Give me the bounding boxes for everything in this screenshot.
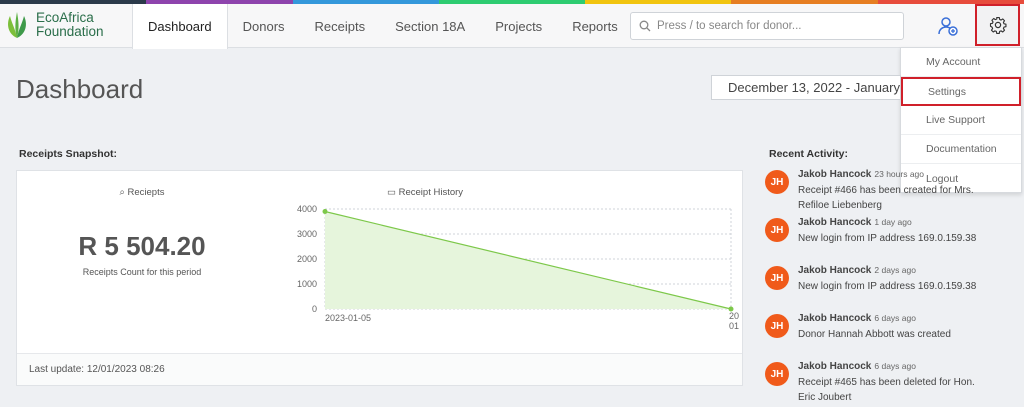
activity-item: JH Jakob Hancock 6 days ago Receipt #465 …: [765, 360, 1020, 407]
brand-name: EcoAfrica Foundation: [36, 11, 104, 39]
x-tick-label: 2023-01-05: [325, 313, 371, 323]
gear-icon: [989, 16, 1007, 34]
date-range-picker[interactable]: December 13, 2022 - January 12, 2023: [711, 75, 901, 100]
activity-time: 6 days ago: [874, 361, 916, 371]
activity-time: 23 hours ago: [874, 169, 924, 179]
user-plus-icon: [938, 17, 958, 36]
activity-user: Jakob Hancock: [798, 265, 872, 276]
y-tick-label: 4000: [297, 204, 317, 214]
activity-user: Jakob Hancock: [798, 361, 872, 372]
activity-item: JH Jakob Hancock 23 hours ago Receipt #46…: [765, 168, 1020, 216]
donor-search[interactable]: [630, 12, 904, 40]
activity-message: New login from IP address 169.0.159.38: [798, 233, 977, 244]
brand-logo[interactable]: EcoAfrica Foundation: [4, 10, 104, 40]
nav-dashboard[interactable]: Dashboard: [132, 4, 228, 49]
receipt-icon: ⌕: [119, 187, 125, 198]
menu-documentation[interactable]: Documentation: [901, 135, 1021, 164]
activity-message: Donor Hannah Abbott was created: [798, 329, 951, 340]
main-nav: Dashboard Donors Receipts Section 18A Pr…: [132, 4, 633, 49]
activity-message: Receipt #465 has been deleted for Hon. E…: [798, 377, 975, 403]
page-title: Dashboard: [16, 74, 144, 104]
activity-user: Jakob Hancock: [798, 169, 872, 180]
activity-item: JH Jakob Hancock 2 days ago New login fro…: [765, 264, 1020, 312]
activity-time: 2 days ago: [874, 265, 916, 275]
x-tick-label: 01-: [729, 321, 739, 331]
search-input[interactable]: [657, 20, 887, 32]
receipts-snapshot-card: ⌕ Reciepts R 5 504.20 Receipts Count for…: [16, 170, 743, 386]
y-tick-label: 3000: [297, 229, 317, 239]
activity-item: JH Jakob Hancock 1 day ago New login from…: [765, 216, 1020, 264]
receipts-total-value: R 5 504.20: [78, 231, 206, 261]
add-user-button[interactable]: [934, 12, 962, 40]
recent-activity-label: Recent Activity:: [769, 148, 848, 160]
activity-message: Receipt #466 has been created for Mrs. R…: [798, 185, 974, 211]
receipt-history-chart: 0 1000 2000 3000 4000 2023-01-05 20201-: [297, 204, 739, 331]
x-tick-label: 202: [729, 311, 739, 321]
menu-live-support[interactable]: Live Support: [901, 106, 1021, 135]
last-update-footer: Last update: 12/01/2023 08:26: [17, 353, 742, 385]
menu-settings[interactable]: Settings: [901, 77, 1021, 106]
leaf-logo-icon: [8, 12, 26, 38]
menu-my-account[interactable]: My Account: [901, 48, 1021, 77]
last-update-text: Last update: 12/01/2023 08:26: [29, 364, 165, 375]
avatar: JH: [765, 218, 789, 242]
activity-time: 1 day ago: [874, 217, 912, 227]
data-point: [322, 209, 328, 214]
date-range-text: December 13, 2022 - January 12, 2023: [728, 80, 900, 95]
nav-reports[interactable]: Reports: [557, 4, 633, 48]
activity-user: Jakob Hancock: [798, 217, 872, 228]
top-navbar: EcoAfrica Foundation Dashboard Donors Re…: [0, 4, 1024, 49]
activity-message: New login from IP address 169.0.159.38: [798, 281, 977, 292]
avatar: JH: [765, 314, 789, 338]
nav-projects[interactable]: Projects: [480, 4, 557, 48]
nav-donors[interactable]: Donors: [228, 4, 300, 48]
receipts-snapshot-label: Receipts Snapshot:: [19, 148, 118, 160]
y-tick-label: 2000: [297, 254, 317, 264]
activity-item: JH Jakob Hancock 6 days ago Donor Hannah …: [765, 312, 1020, 360]
nav-section-18a[interactable]: Section 18A: [380, 4, 480, 48]
settings-button[interactable]: [975, 4, 1020, 46]
receipts-stat-title: ⌕ Reciepts: [17, 187, 267, 198]
search-icon: [639, 20, 651, 32]
activity-user: Jakob Hancock: [798, 313, 872, 324]
recent-activity-list: JH Jakob Hancock 23 hours ago Receipt #46…: [765, 168, 1020, 407]
brand-line-1: EcoAfrica: [36, 10, 94, 25]
nav-receipts[interactable]: Receipts: [300, 4, 381, 48]
avatar: JH: [765, 170, 789, 194]
brand-line-2: Foundation: [36, 24, 104, 39]
receipts-stat-title-text: Reciepts: [127, 187, 165, 198]
avatar: JH: [765, 266, 789, 290]
activity-time: 6 days ago: [874, 313, 916, 323]
y-tick-label: 1000: [297, 279, 317, 289]
y-tick-label: 0: [312, 304, 317, 314]
avatar: JH: [765, 362, 789, 386]
receipts-count-caption: Receipts Count for this period: [82, 267, 202, 277]
